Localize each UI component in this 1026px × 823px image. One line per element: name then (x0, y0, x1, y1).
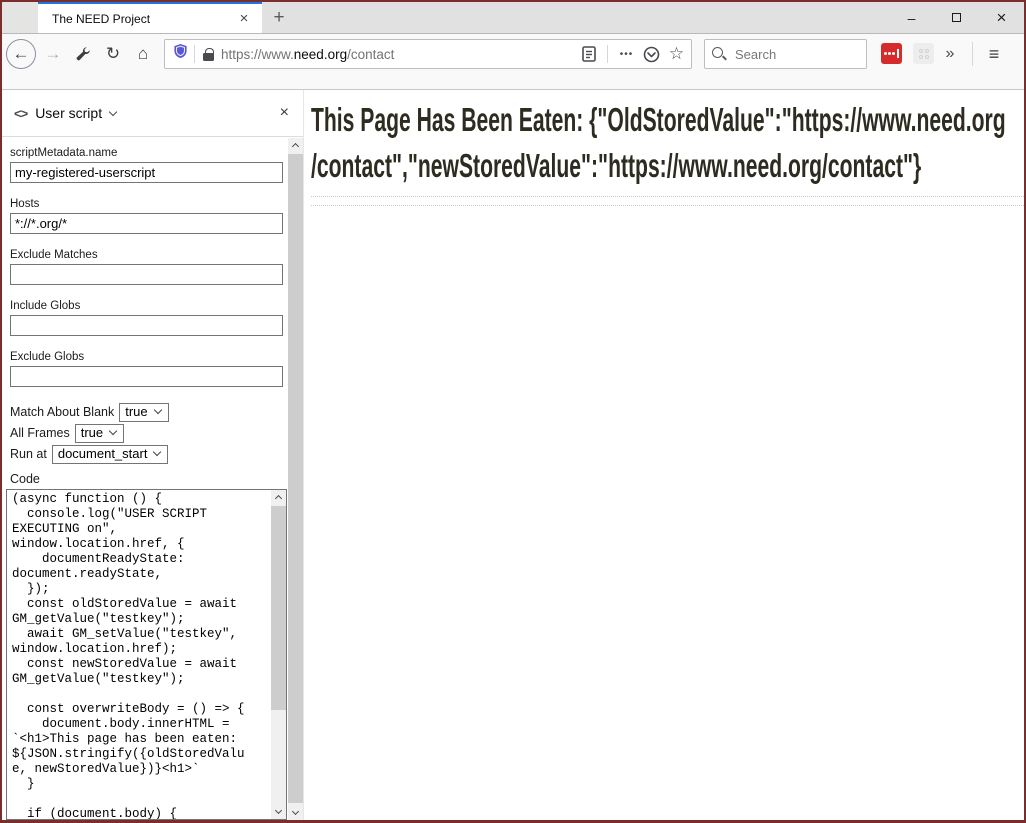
sidebar-header: <> User script × (2, 90, 303, 137)
search-bar[interactable] (704, 39, 867, 69)
extension-gray-icon[interactable] (913, 43, 934, 64)
run-at-label: Run at (10, 447, 47, 461)
heading-bottom-border-2 (311, 205, 1024, 206)
field-label-script-name: scriptMetadata.name (10, 147, 288, 159)
exclude-globs-input[interactable] (10, 366, 283, 387)
tabbar-left-spacer (2, 2, 38, 33)
code-scrollbar[interactable] (271, 490, 286, 819)
run-at-select[interactable]: document_start (52, 445, 169, 464)
reload-button[interactable]: ↻ (98, 39, 128, 69)
forward-button[interactable]: → (38, 39, 68, 69)
select-chevron-icon (109, 426, 117, 434)
reader-mode-icon[interactable] (576, 41, 601, 67)
script-name-input[interactable] (10, 162, 283, 183)
all-frames-label: All Frames (10, 426, 70, 440)
url-scheme: https://www. (221, 47, 294, 62)
code-editor[interactable]: (async function () { console.log("USER S… (6, 489, 287, 820)
titlebar-drag-area (296, 2, 889, 33)
page-heading-line-1: This Page Has Been Eaten: {"OldStoredVal… (311, 97, 767, 143)
new-tab-button[interactable]: + (262, 2, 296, 33)
bookmark-star-icon[interactable]: ☆ (664, 41, 689, 67)
sidebar-userscript-panel: <> User script × scriptMetadata.name Hos… (2, 90, 304, 820)
window-controls: – × (889, 2, 1024, 33)
select-chevron-icon (153, 405, 161, 413)
page-heading-line-2: /contact","newStoredValue":"https://www.… (311, 143, 767, 189)
overflow-menu-icon[interactable]: » (934, 39, 964, 69)
tracking-protection-shield-icon[interactable] (173, 43, 188, 65)
url-text[interactable]: https://www.need.org/contact (221, 47, 576, 62)
tab-close-icon[interactable]: × (234, 9, 254, 29)
maximize-icon (952, 13, 961, 22)
run-at-row: Run at document_start (10, 444, 288, 464)
pocket-icon[interactable] (639, 41, 664, 67)
sidebar-switcher-chevron-icon[interactable] (109, 107, 117, 115)
page-content: This Page Has Been Eaten: {"OldStoredVal… (304, 90, 1024, 820)
close-button[interactable]: × (979, 2, 1024, 33)
minimize-button[interactable]: – (889, 2, 934, 33)
code-label: Code (10, 472, 288, 486)
field-label-exclude-globs: Exclude Globs (10, 351, 288, 363)
select-chevron-icon (153, 447, 161, 455)
match-about-blank-value: true (125, 404, 147, 419)
back-button[interactable]: ← (6, 39, 36, 69)
main-area: <> User script × scriptMetadata.name Hos… (2, 90, 1024, 820)
field-label-exclude-matches: Exclude Matches (10, 249, 288, 261)
match-about-blank-select[interactable]: true (119, 403, 168, 422)
sidebar-form: scriptMetadata.name Hosts Exclude Matche… (2, 138, 288, 820)
field-label-include-globs: Include Globs (10, 300, 288, 312)
url-domain: need.org (294, 47, 347, 62)
scroll-up-icon[interactable] (288, 138, 303, 153)
navigation-toolbar: ← → ↻ ⌂ https://www.need.org/contact •••… (2, 34, 1024, 90)
scroll-up-icon[interactable] (271, 490, 286, 505)
hosts-input[interactable] (10, 213, 283, 234)
field-label-hosts: Hosts (10, 198, 288, 210)
scroll-down-icon[interactable] (271, 804, 286, 819)
page-actions-icon[interactable]: ••• (614, 41, 639, 67)
include-globs-input[interactable] (10, 315, 283, 336)
code-brackets-icon: <> (14, 106, 27, 121)
all-frames-select[interactable]: true (75, 424, 124, 443)
wrench-icon[interactable] (68, 39, 98, 69)
search-input[interactable] (735, 47, 835, 62)
home-button[interactable]: ⌂ (128, 39, 158, 69)
all-frames-value: true (81, 425, 103, 440)
url-bar[interactable]: https://www.need.org/contact ••• ☆ (164, 39, 692, 69)
match-about-blank-row: Match About Blank true (10, 402, 288, 422)
tab-title: The NEED Project (52, 12, 234, 26)
all-frames-row: All Frames true (10, 423, 288, 443)
sidebar-scrollbar[interactable] (288, 138, 303, 820)
heading-bottom-border (311, 196, 1024, 197)
sidebar-scrollbar-thumb[interactable] (288, 154, 303, 803)
code-text[interactable]: (async function () { console.log("USER S… (12, 492, 269, 820)
maximize-button[interactable] (934, 2, 979, 33)
sidebar-title: User script (35, 105, 102, 121)
extension-red-icon[interactable] (881, 43, 902, 64)
exclude-matches-input[interactable] (10, 264, 283, 285)
sidebar-close-icon[interactable]: × (280, 104, 289, 122)
url-path: /contact (347, 47, 394, 62)
match-about-blank-label: Match About Blank (10, 405, 114, 419)
urlbar-divider (194, 45, 195, 63)
search-icon (711, 46, 727, 62)
app-menu-icon[interactable]: ≡ (979, 39, 1009, 69)
lock-icon[interactable] (203, 53, 214, 61)
urlbar-divider-2 (607, 45, 608, 63)
toolbar-divider (972, 42, 973, 66)
code-scrollbar-thumb[interactable] (271, 506, 286, 710)
scroll-down-icon[interactable] (288, 805, 303, 820)
tab-bar: The NEED Project × + – × (2, 2, 1024, 34)
run-at-value: document_start (58, 446, 148, 461)
browser-window: The NEED Project × + – × ← → ↻ ⌂ https:/… (0, 0, 1026, 823)
tab-active[interactable]: The NEED Project × (38, 2, 262, 33)
